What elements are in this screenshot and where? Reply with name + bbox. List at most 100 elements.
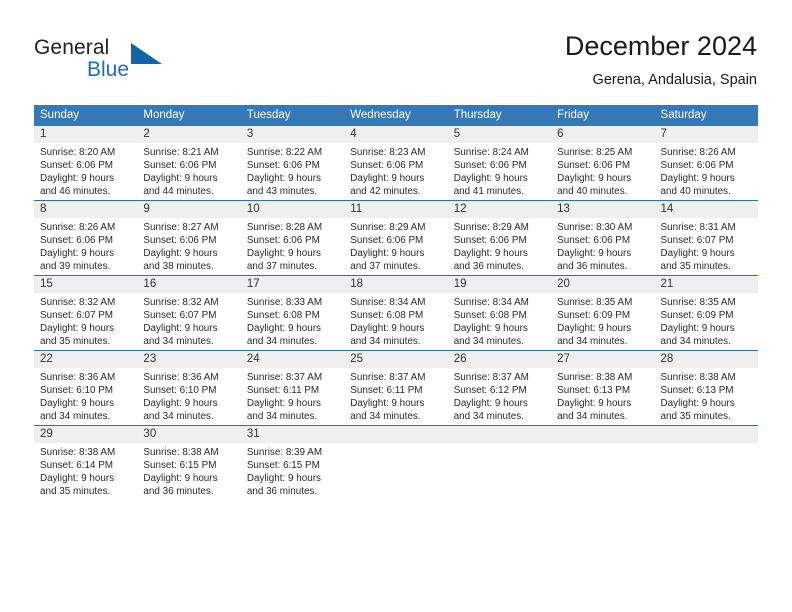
daylight-duration-line1: Daylight: 9 hours — [40, 473, 115, 485]
calendar-day-cell[interactable]: 3 Sunrise: 8:22 AM Sunset: 6:06 PM Daylight… — [240, 126, 345, 201]
calendar-day-cell[interactable]: 31 Sunrise: 8:39 AM Sunset: 6:15 PM Dayligh… — [240, 425, 345, 500]
calendar-day-cell[interactable]: 25 Sunrise: 8:37 AM Sunset: 6:11 PM Dayligh… — [344, 350, 448, 426]
calendar-day-cell[interactable]: 13 Sunrise: 8:30 AM Sunset: 6:06 PM Dayligh… — [551, 200, 655, 276]
calendar-day-cell[interactable]: 2 Sunrise: 8:21 AM Sunset: 6:06 PM Daylight… — [137, 126, 241, 201]
sunrise-time: Sunrise: 8:31 AM — [660, 222, 736, 233]
calendar-day-cell[interactable]: 22 Sunrise: 8:36 AM Sunset: 6:10 PM Dayligh… — [34, 350, 138, 426]
daylight-duration-line2: and 35 minutes. — [660, 261, 731, 273]
weekday-header-thursday: Thursday — [447, 105, 552, 126]
calendar-day-cell[interactable]: 6 Sunrise: 8:25 AM Sunset: 6:06 PM Daylight… — [551, 126, 655, 201]
daylight-duration-line2: and 34 minutes. — [350, 411, 421, 423]
day-number: 23 — [137, 351, 241, 368]
day-number: 18 — [344, 276, 448, 293]
calendar-day-cell[interactable]: 27 Sunrise: 8:38 AM Sunset: 6:13 PM Dayligh… — [551, 350, 655, 426]
calendar-day-cell[interactable]: 14 Sunrise: 8:31 AM Sunset: 6:07 PM Dayligh… — [654, 200, 758, 276]
daylight-duration-line2: and 34 minutes. — [557, 336, 628, 348]
day-number: 5 — [447, 126, 552, 143]
calendar-day-cell-empty — [551, 425, 655, 500]
daylight-duration-line2: and 39 minutes. — [40, 261, 111, 273]
daylight-duration-line2: and 35 minutes. — [40, 336, 111, 348]
weekday-header-row: Sunday Monday Tuesday Wednesday Thursday… — [34, 105, 758, 126]
day-details: Sunrise: 8:37 AM Sunset: 6:11 PM Daylight:… — [241, 368, 344, 423]
calendar-day-cell[interactable]: 19 Sunrise: 8:34 AM Sunset: 6:08 PM Dayligh… — [447, 275, 552, 351]
sunset-time: Sunset: 6:06 PM — [246, 160, 320, 172]
sunrise-time: Sunrise: 8:25 AM — [557, 147, 633, 158]
brand-name-blue: Blue — [87, 58, 130, 81]
day-details: Sunrise: 8:38 AM Sunset: 6:15 PM Daylight:… — [137, 443, 240, 498]
calendar-day-cell-empty — [654, 425, 758, 500]
calendar-day-cell[interactable]: 9 Sunrise: 8:27 AM Sunset: 6:06 PM Daylight… — [137, 200, 241, 276]
day-details: Sunrise: 8:39 AM Sunset: 6:15 PM Daylight:… — [241, 443, 344, 498]
daylight-duration-line2: and 36 minutes. — [143, 486, 214, 498]
calendar-day-cell[interactable]: 11 Sunrise: 8:29 AM Sunset: 6:06 PM Dayligh… — [344, 200, 448, 276]
calendar-day-cell[interactable]: 24 Sunrise: 8:37 AM Sunset: 6:11 PM Dayligh… — [240, 350, 345, 426]
sunset-time: Sunset: 6:07 PM — [40, 310, 114, 322]
sunset-time: Sunset: 6:06 PM — [143, 235, 217, 247]
day-details: Sunrise: 8:29 AM Sunset: 6:06 PM Daylight:… — [448, 218, 551, 273]
sunset-time: Sunset: 6:06 PM — [350, 160, 424, 172]
day-details — [551, 443, 654, 446]
calendar-day-cell[interactable]: 23 Sunrise: 8:36 AM Sunset: 6:10 PM Dayligh… — [137, 350, 241, 426]
calendar-day-cell[interactable]: 5 Sunrise: 8:24 AM Sunset: 6:06 PM Daylight… — [447, 126, 552, 201]
sunset-time: Sunset: 6:06 PM — [40, 235, 114, 247]
daylight-duration-line1: Daylight: 9 hours — [660, 398, 735, 410]
calendar-day-cell[interactable]: 18 Sunrise: 8:34 AM Sunset: 6:08 PM Dayligh… — [344, 275, 448, 351]
daylight-duration-line1: Daylight: 9 hours — [453, 173, 528, 185]
daylight-duration-line1: Daylight: 9 hours — [40, 173, 115, 185]
calendar-day-cell[interactable]: 30 Sunrise: 8:38 AM Sunset: 6:15 PM Dayligh… — [137, 425, 241, 500]
daylight-duration-line1: Daylight: 9 hours — [143, 323, 218, 335]
calendar-week-row: 29 Sunrise: 8:38 AM Sunset: 6:14 PM Dayligh… — [34, 425, 758, 500]
calendar-day-cell[interactable]: 4 Sunrise: 8:23 AM Sunset: 6:06 PM Daylight… — [344, 126, 448, 201]
weekday-header-saturday: Saturday — [654, 105, 758, 126]
sunset-time: Sunset: 6:11 PM — [246, 385, 320, 397]
day-number — [344, 426, 448, 443]
daylight-duration-line2: and 42 minutes. — [350, 186, 421, 198]
daylight-duration-line1: Daylight: 9 hours — [246, 398, 321, 410]
sunrise-time: Sunrise: 8:24 AM — [453, 147, 529, 158]
sunrise-time: Sunrise: 8:38 AM — [40, 447, 116, 458]
day-details: Sunrise: 8:29 AM Sunset: 6:06 PM Daylight:… — [344, 218, 447, 273]
sunrise-time: Sunrise: 8:32 AM — [40, 297, 116, 308]
daylight-duration-line2: and 40 minutes. — [660, 186, 731, 198]
general-blue-logo[interactable]: General Blue — [34, 36, 224, 86]
sunrise-time: Sunrise: 8:35 AM — [557, 297, 633, 308]
sunrise-time: Sunrise: 8:33 AM — [246, 297, 323, 308]
daylight-duration-line2: and 34 minutes. — [246, 336, 318, 348]
calendar-day-cell[interactable]: 28 Sunrise: 8:38 AM Sunset: 6:13 PM Dayligh… — [654, 350, 758, 426]
calendar-day-cell[interactable]: 7 Sunrise: 8:26 AM Sunset: 6:06 PM Daylight… — [654, 126, 758, 201]
day-details: Sunrise: 8:37 AM Sunset: 6:12 PM Daylight:… — [448, 368, 551, 423]
sunset-time: Sunset: 6:06 PM — [660, 160, 734, 172]
calendar-day-cell[interactable]: 20 Sunrise: 8:35 AM Sunset: 6:09 PM Dayligh… — [551, 275, 655, 351]
daylight-duration-line2: and 40 minutes. — [557, 186, 628, 198]
triangle-logo-icon — [131, 43, 162, 64]
daylight-duration-line1: Daylight: 9 hours — [557, 323, 632, 335]
day-details — [344, 443, 447, 446]
day-details: Sunrise: 8:34 AM Sunset: 6:08 PM Daylight:… — [344, 293, 447, 348]
calendar-day-cell[interactable]: 17 Sunrise: 8:33 AM Sunset: 6:08 PM Dayligh… — [240, 275, 345, 351]
daylight-duration-line1: Daylight: 9 hours — [350, 323, 425, 335]
calendar-day-cell[interactable]: 21 Sunrise: 8:35 AM Sunset: 6:09 PM Dayligh… — [654, 275, 758, 351]
daylight-duration-line1: Daylight: 9 hours — [143, 248, 218, 260]
sunrise-time: Sunrise: 8:27 AM — [143, 222, 219, 233]
calendar-day-cell[interactable]: 15 Sunrise: 8:32 AM Sunset: 6:07 PM Dayligh… — [34, 275, 138, 351]
calendar-day-cell[interactable]: 12 Sunrise: 8:29 AM Sunset: 6:06 PM Dayligh… — [447, 200, 552, 276]
calendar-day-cell[interactable]: 1 Sunrise: 8:20 AM Sunset: 6:06 PM Daylight… — [34, 126, 138, 201]
calendar-day-cell[interactable]: 29 Sunrise: 8:38 AM Sunset: 6:14 PM Dayligh… — [34, 425, 138, 500]
day-details: Sunrise: 8:23 AM Sunset: 6:06 PM Daylight:… — [344, 143, 447, 198]
calendar-day-cell-empty — [447, 425, 552, 500]
calendar-day-cell[interactable]: 8 Sunrise: 8:26 AM Sunset: 6:06 PM Daylight… — [34, 200, 138, 276]
sunset-time: Sunset: 6:08 PM — [350, 310, 424, 322]
day-number: 20 — [551, 276, 655, 293]
sunrise-time: Sunrise: 8:38 AM — [660, 372, 736, 383]
location-subtitle: Gerena, Andalusia, Spain — [592, 72, 757, 88]
calendar-day-cell[interactable]: 16 Sunrise: 8:32 AM Sunset: 6:07 PM Dayligh… — [137, 275, 241, 351]
day-details: Sunrise: 8:28 AM Sunset: 6:06 PM Daylight:… — [241, 218, 344, 273]
day-details: Sunrise: 8:35 AM Sunset: 6:09 PM Daylight:… — [551, 293, 654, 348]
calendar-day-cell[interactable]: 26 Sunrise: 8:37 AM Sunset: 6:12 PM Dayligh… — [447, 350, 552, 426]
day-details: Sunrise: 8:33 AM Sunset: 6:08 PM Daylight:… — [241, 293, 344, 348]
daylight-duration-line2: and 43 minutes. — [246, 186, 318, 198]
day-number: 6 — [551, 126, 655, 143]
day-details: Sunrise: 8:31 AM Sunset: 6:07 PM Daylight:… — [655, 218, 758, 273]
daylight-duration-line1: Daylight: 9 hours — [557, 398, 632, 410]
calendar-day-cell[interactable]: 10 Sunrise: 8:28 AM Sunset: 6:06 PM Dayligh… — [240, 200, 345, 276]
